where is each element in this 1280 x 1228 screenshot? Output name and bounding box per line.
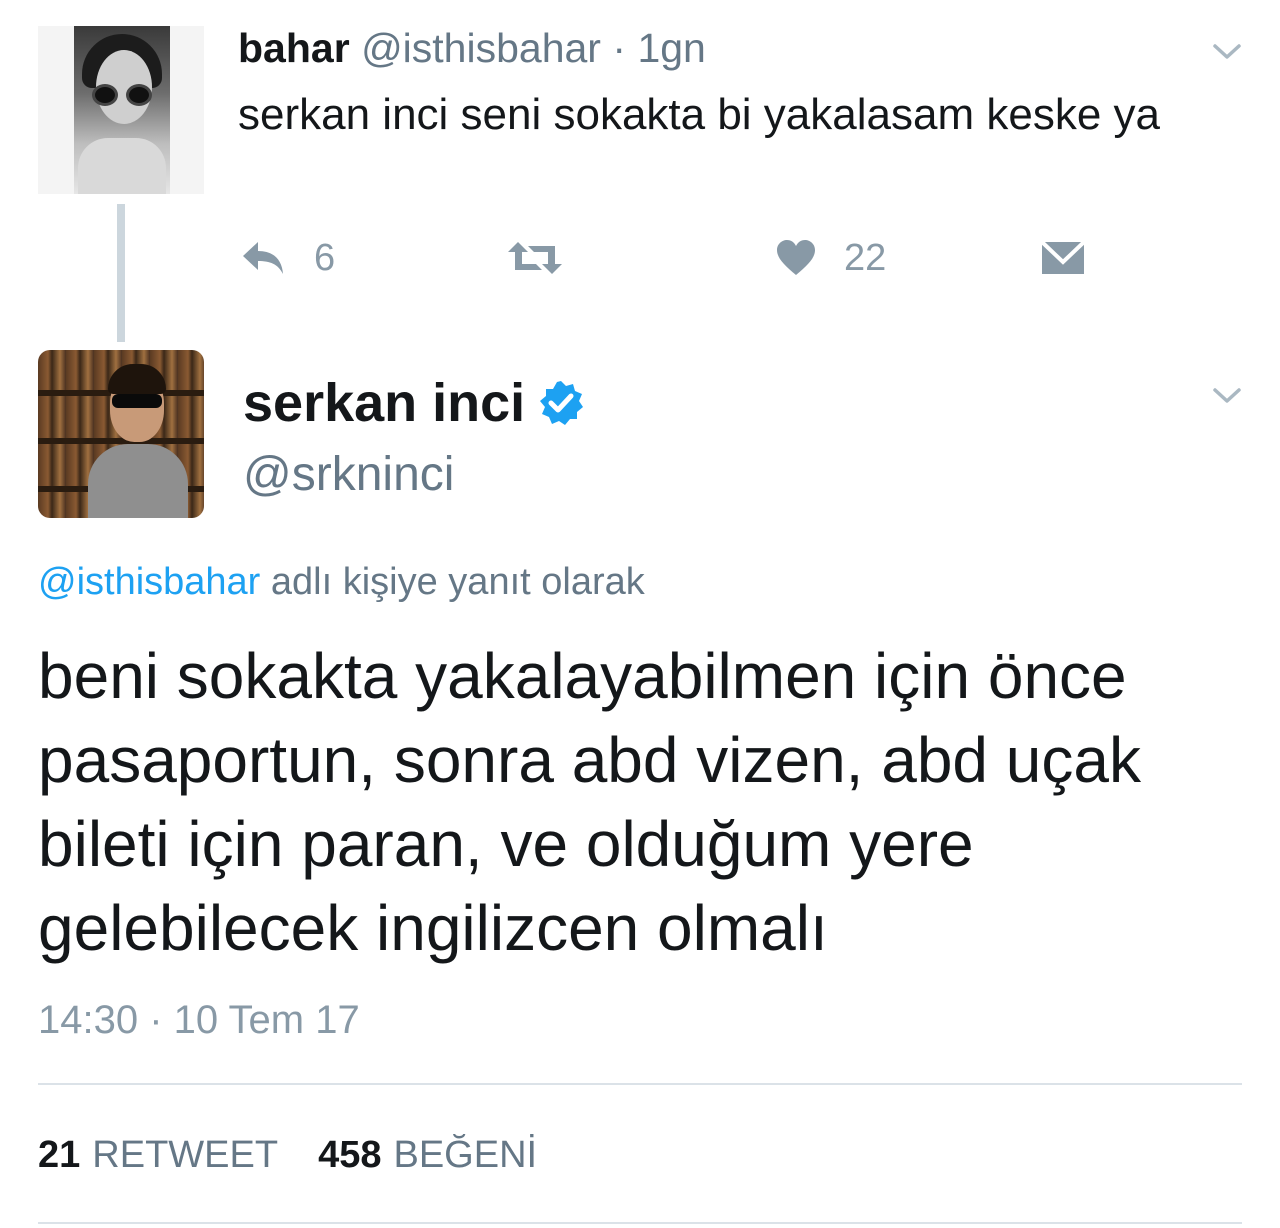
avatar-shirt xyxy=(88,444,188,518)
reply-count: 6 xyxy=(314,236,336,279)
replying-to: @isthisbahar adlı kişiye yanıt olarak xyxy=(38,556,645,608)
avatar-sunglasses xyxy=(112,394,162,408)
main-author-name[interactable]: serkan inci xyxy=(243,370,525,436)
envelope-icon xyxy=(1040,238,1086,278)
main-author-name-row[interactable]: serkan inci xyxy=(243,370,585,436)
verified-badge-icon xyxy=(537,379,585,427)
parent-tweet-text: serkan inci seni sokakta bi yakalasam ke… xyxy=(238,90,1160,139)
like-stat-label: BEĞENİ xyxy=(393,1134,538,1176)
retweet-stat[interactable]: 21 RETWEET xyxy=(38,1130,278,1180)
avatar-sunglasses-right xyxy=(126,84,152,106)
replying-to-label: adlı kişiye yanıt olarak xyxy=(270,561,645,603)
avatar-sunglasses-left xyxy=(92,84,118,106)
divider xyxy=(38,1083,1242,1085)
thread-connector-line xyxy=(117,204,125,342)
retweet-button[interactable] xyxy=(506,232,564,284)
header-separator: · xyxy=(612,25,627,71)
parent-tweet-header: bahar @isthisbahar · 1gn xyxy=(238,22,706,74)
reply-icon xyxy=(240,239,286,277)
parent-tweet-time[interactable]: 1gn xyxy=(637,25,705,71)
main-avatar[interactable] xyxy=(38,350,204,518)
chevron-down-icon[interactable] xyxy=(1212,42,1242,62)
like-stat-count: 458 xyxy=(318,1134,382,1176)
main-tweet-text: beni sokakta yakalayabilmen için önce pa… xyxy=(38,640,1141,964)
heart-icon xyxy=(776,239,816,277)
parent-author-handle[interactable]: @isthisbahar xyxy=(361,25,601,71)
like-count: 22 xyxy=(844,236,887,279)
avatar-bookshelf xyxy=(38,438,204,444)
direct-message-button[interactable] xyxy=(1040,232,1086,284)
main-author-handle[interactable]: @srkninci xyxy=(243,444,454,506)
like-button[interactable]: 22 xyxy=(776,232,886,284)
retweet-icon xyxy=(506,238,564,278)
tweet-timestamp[interactable]: 14:30 · 10 Tem 17 xyxy=(38,994,360,1046)
parent-author-name[interactable]: bahar xyxy=(238,25,350,71)
retweet-stat-count: 21 xyxy=(38,1134,81,1176)
retweet-stat-label: RETWEET xyxy=(92,1134,279,1176)
avatar-shirt xyxy=(78,138,166,194)
like-stat[interactable]: 458 BEĞENİ xyxy=(318,1130,537,1180)
reply-button[interactable]: 6 xyxy=(240,232,335,284)
avatar-hair xyxy=(108,364,166,394)
parent-avatar[interactable] xyxy=(38,26,204,194)
replying-to-link[interactable]: @isthisbahar xyxy=(38,561,260,603)
tweet-stats: 21 RETWEET 458 BEĞENİ xyxy=(38,1130,577,1180)
divider xyxy=(38,1222,1242,1224)
chevron-down-icon[interactable] xyxy=(1212,386,1242,406)
